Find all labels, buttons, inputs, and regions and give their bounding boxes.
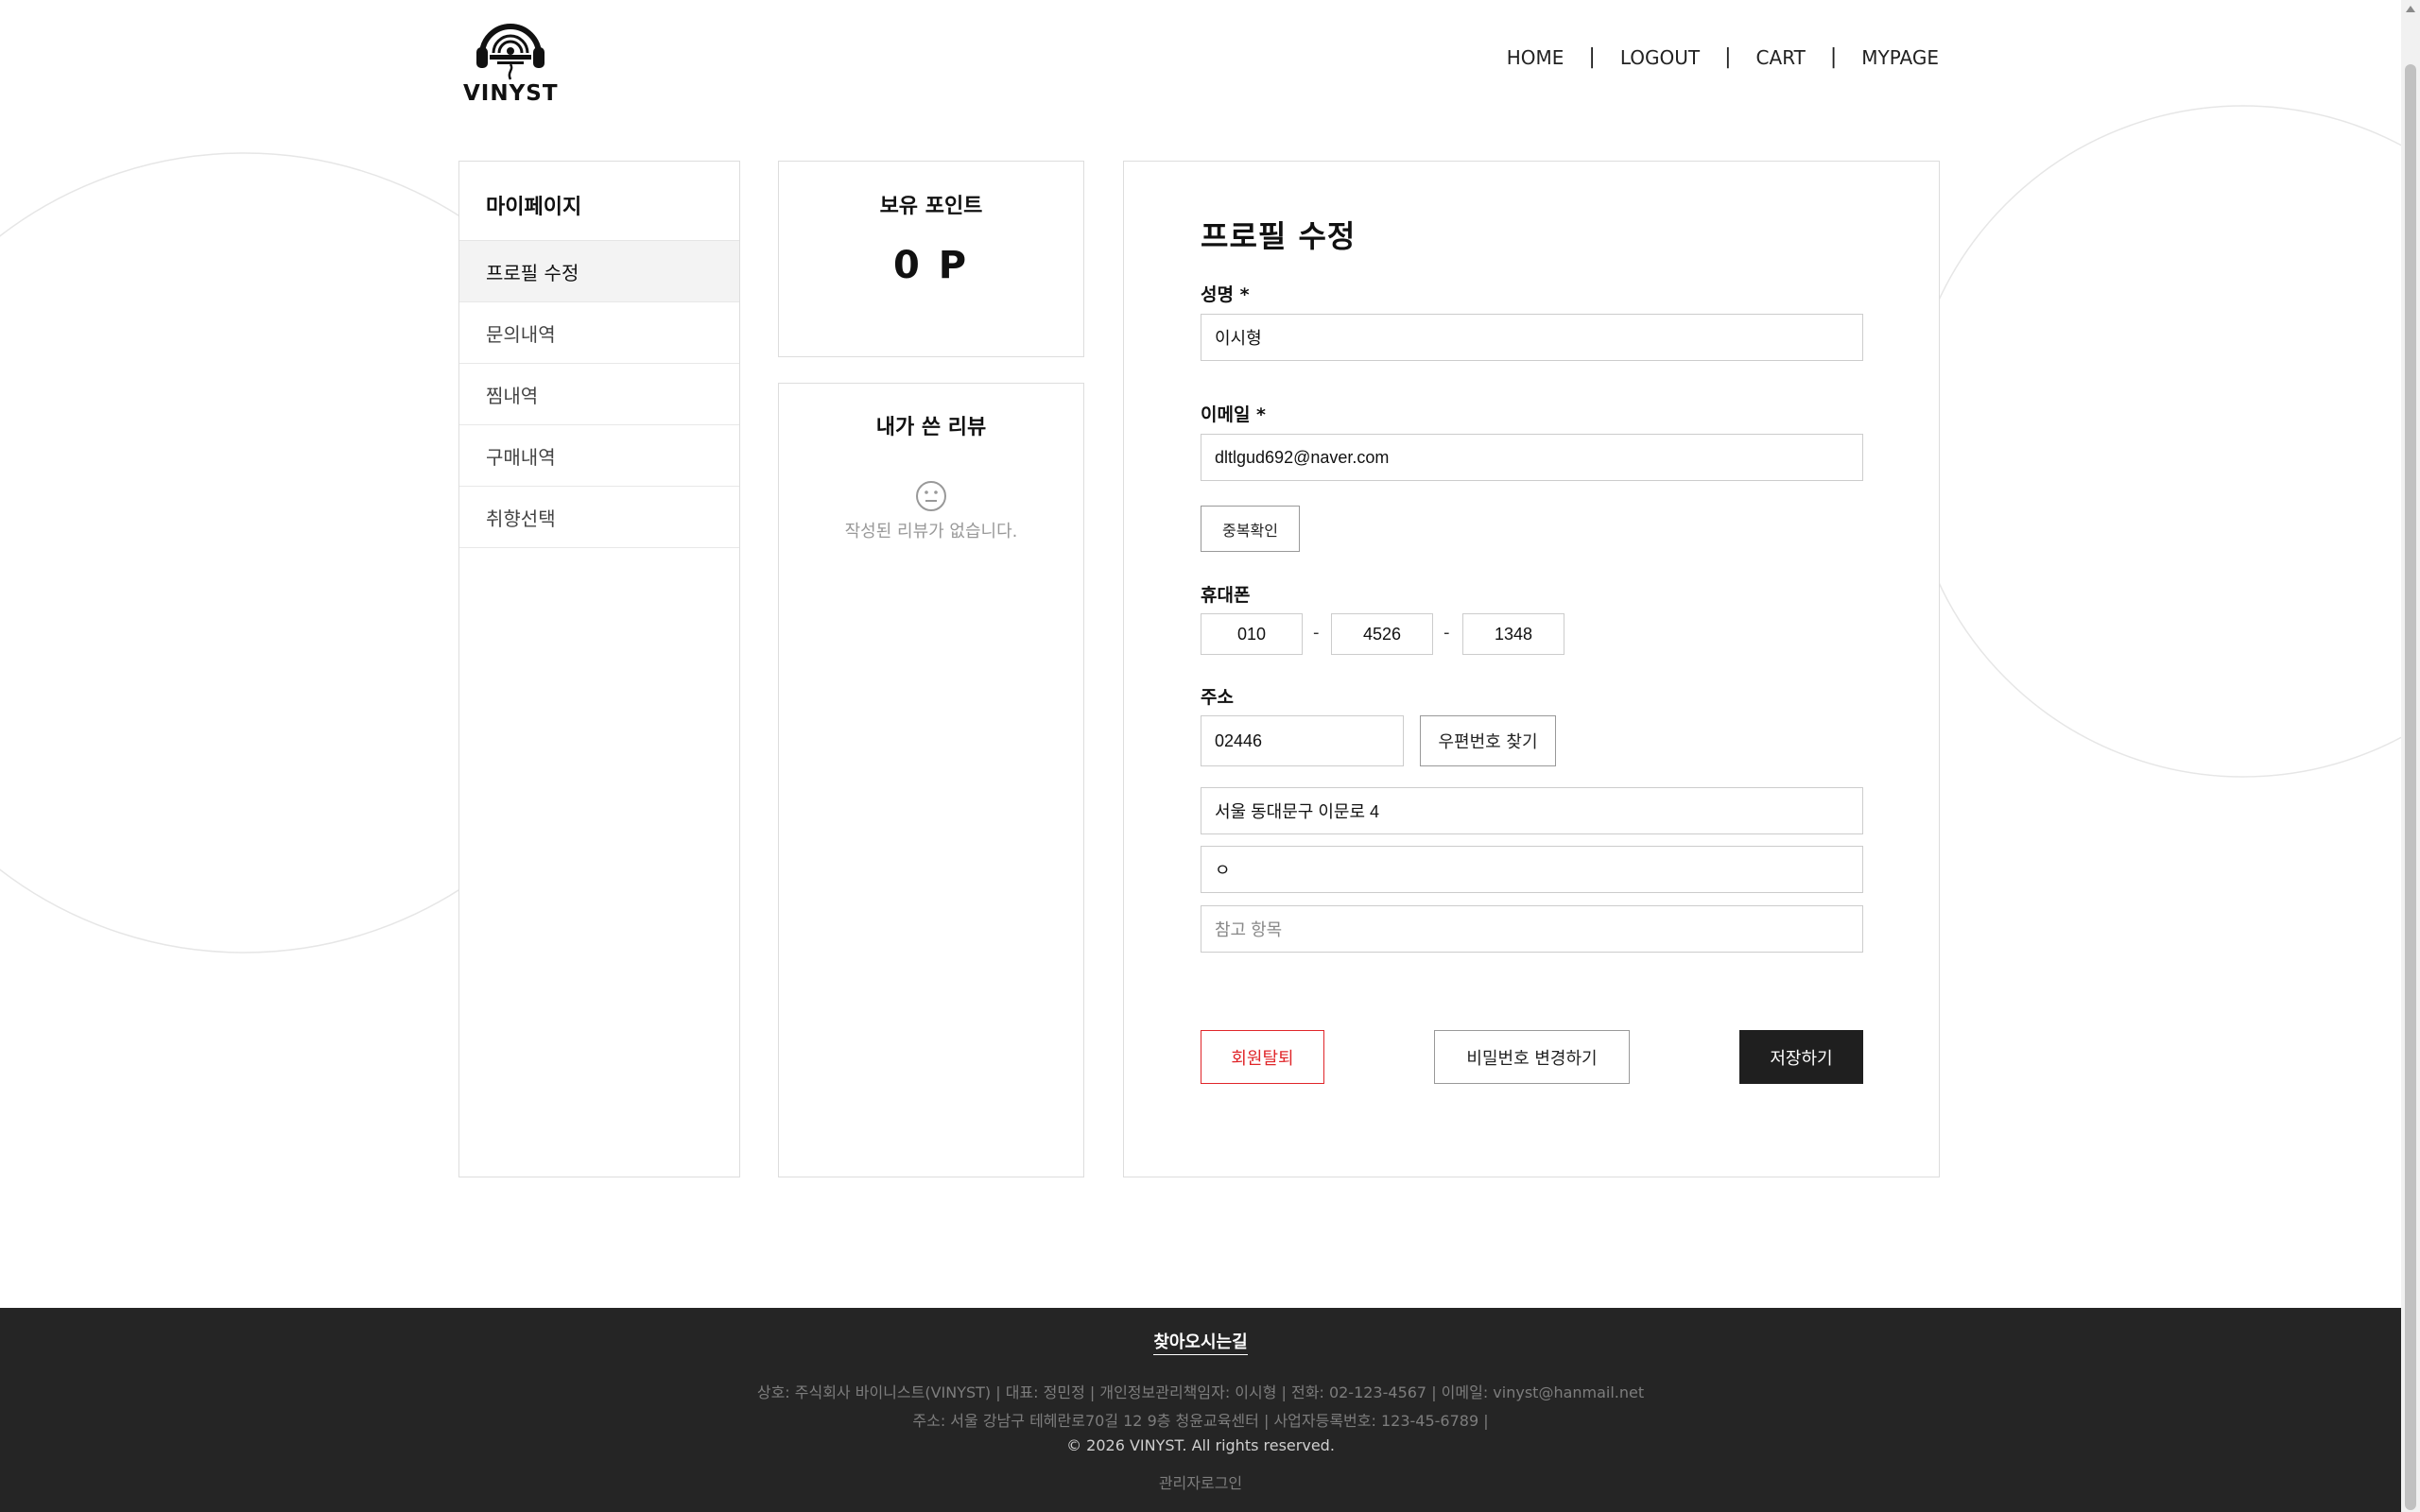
sidebar-item-inquiries[interactable]: 문의내역 [459, 302, 739, 364]
sidebar-item-orders[interactable]: 구매내역 [459, 425, 739, 487]
sidebar-item-wishlist[interactable]: 찜내역 [459, 364, 739, 425]
nav-home[interactable]: HOME [1507, 46, 1564, 69]
sidebar-title: 마이페이지 [459, 162, 739, 241]
points-card: 보유 포인트 0 P [778, 161, 1084, 357]
neutral-face-icon [916, 481, 946, 511]
nav-separator: | [1724, 45, 1732, 69]
points-title: 보유 포인트 [879, 195, 983, 218]
headphones-logo-icon [476, 24, 544, 80]
profile-title: 프로필 수정 [1201, 218, 1357, 254]
address1-input[interactable]: 서울 동대문구 이문로 4 [1201, 787, 1863, 834]
footer-address-info: 주소: 서울 강남구 테헤란로70길 12 9층 청윤교육센터 | 사업자등록번… [912, 1412, 1489, 1430]
reference-input[interactable]: 참고 항목 [1201, 905, 1863, 953]
points-value: 0 P [892, 244, 970, 287]
reviews-card: 내가 쓴 리뷰 작성된 리뷰가 없습니다. [778, 383, 1084, 1177]
phone-separator: - [1443, 623, 1450, 643]
phone-input-1[interactable]: 010 [1201, 613, 1303, 655]
email-input[interactable]: dltlgud692@naver.com [1201, 434, 1863, 481]
nav-cart[interactable]: CART [1756, 46, 1806, 69]
nav-logout[interactable]: LOGOUT [1620, 46, 1700, 69]
footer-copyright: © 2026 VINYST. All rights reserved. [1066, 1436, 1335, 1454]
nav-mypage[interactable]: MYPAGE [1861, 46, 1939, 69]
site-header: VINYST HOME | LOGOUT | CART | MYPAGE [0, 0, 2401, 132]
email-label: 이메일 * [1201, 404, 1266, 425]
page-scrollbar[interactable] [2401, 0, 2420, 1512]
sidebar-item-preferences[interactable]: 취향선택 [459, 487, 739, 548]
address2-input[interactable]: ㅇ [1201, 846, 1863, 893]
name-input[interactable]: 이시형 [1201, 314, 1863, 361]
sidebar-item-profile-edit[interactable]: 프로필 수정 [459, 241, 739, 302]
top-nav: HOME | LOGOUT | CART | MYPAGE [1507, 45, 1939, 69]
reviews-title: 내가 쓴 리뷰 [875, 416, 987, 439]
logo-text: VINYST [463, 81, 559, 106]
reviews-empty-text: 작성된 리뷰가 없습니다. [844, 522, 1018, 541]
scrollbar-thumb[interactable] [2405, 64, 2416, 1510]
address-label: 주소 [1201, 687, 1234, 708]
phone-input-2[interactable]: 4526 [1331, 613, 1433, 655]
logo[interactable]: VINYST [463, 13, 558, 106]
find-postcode-button[interactable]: 우편번호 찾기 [1420, 715, 1556, 766]
change-password-button[interactable]: 비밀번호 변경하기 [1434, 1030, 1630, 1084]
postcode-input[interactable]: 02446 [1201, 715, 1404, 766]
phone-label: 휴대폰 [1201, 585, 1251, 606]
phone-input-3[interactable]: 1348 [1462, 613, 1564, 655]
scroll-up-icon[interactable] [2406, 6, 2415, 12]
name-label: 성명 * [1201, 284, 1250, 305]
duplicate-check-button[interactable]: 중복확인 [1201, 506, 1300, 552]
admin-login-link[interactable]: 관리자로그인 [0, 1470, 2401, 1493]
withdraw-button[interactable]: 회원탈퇴 [1201, 1030, 1324, 1084]
nav-separator: | [1588, 45, 1596, 69]
footer-company-info: 상호: 주식회사 바이니스트(VINYST) | 대표: 정민정 | 개인정보관… [756, 1383, 1645, 1401]
phone-separator: - [1313, 623, 1320, 643]
nav-separator: | [1829, 45, 1838, 69]
profile-edit-panel: 프로필 수정 성명 * 이시형 이메일 * dltlgud692@naver.c… [1123, 161, 1940, 1177]
mypage-sidebar: 마이페이지 프로필 수정 문의내역 찜내역 구매내역 취향선택 [458, 161, 740, 1177]
directions-link[interactable]: 찾아오시는길 [1153, 1332, 1248, 1355]
save-button[interactable]: 저장하기 [1739, 1030, 1863, 1084]
site-footer: 찾아오시는길 상호: 주식회사 바이니스트(VINYST) | 대표: 정민정 … [0, 1308, 2401, 1512]
